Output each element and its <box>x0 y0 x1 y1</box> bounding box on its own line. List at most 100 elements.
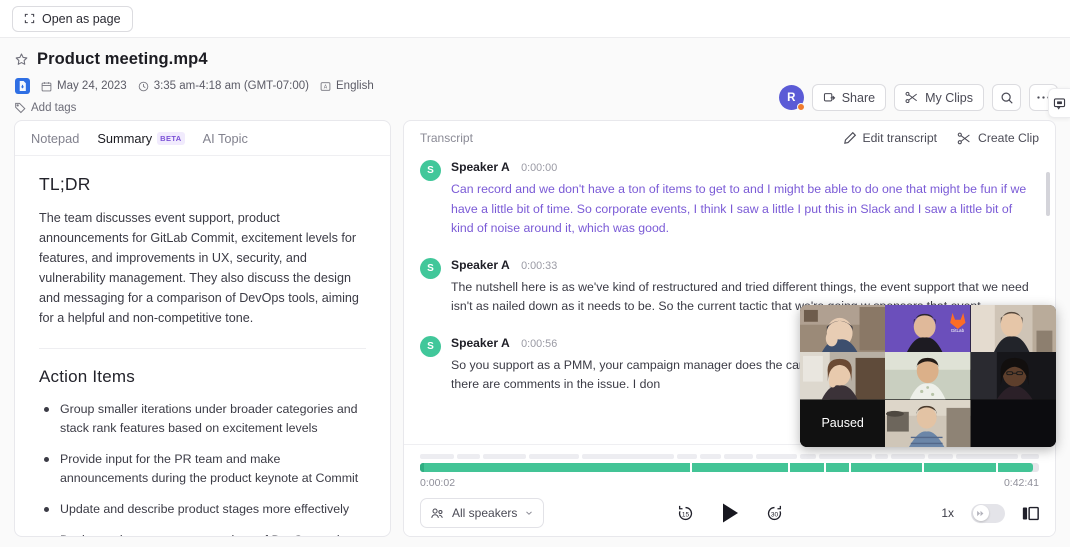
progress-bar[interactable] <box>420 463 1039 472</box>
summary-divider-1 <box>39 348 366 349</box>
transcript-header-actions: Edit transcript Create Clip <box>843 131 1039 145</box>
playback-speed-button[interactable]: 1x <box>941 506 954 520</box>
split-view-button[interactable] <box>1022 506 1039 521</box>
toggle-knob <box>972 505 989 521</box>
speaker-avatar: S <box>420 160 441 181</box>
create-clip-button[interactable]: Create Clip <box>957 131 1039 145</box>
video-tile-empty <box>970 399 1056 447</box>
playback-controls: All speakers 15 30 1x <box>420 496 1039 530</box>
svg-text:GitLab: GitLab <box>951 328 965 333</box>
scissors-icon <box>957 132 970 144</box>
left-tabs: Notepad Summary BETA AI Topic <box>15 121 390 156</box>
list-item: Update and describe product stages more … <box>39 500 366 519</box>
pencil-icon <box>843 131 856 144</box>
speaker-meta: Speaker A 0:00:33 <box>451 256 1033 274</box>
add-tags-label: Add tags <box>31 102 77 114</box>
speaker-timestamp[interactable]: 0:00:56 <box>521 338 557 350</box>
tag-icon <box>15 102 26 114</box>
right-controls: 1x <box>941 503 1039 523</box>
summary-panel: Notepad Summary BETA AI Topic TL;DR The … <box>14 120 391 537</box>
avatar-status-dot <box>796 103 805 111</box>
page-title: Product meeting.mp4 <box>37 50 208 68</box>
file-title-row: Product meeting.mp4 <box>14 50 1056 69</box>
rewind-15-button[interactable]: 15 <box>675 503 696 524</box>
expand-icon <box>24 13 35 24</box>
app-root: Open as page Product meeting.mp4 May 24,… <box>0 0 1070 547</box>
video-tile: GitLab <box>885 305 971 353</box>
speaker-timestamp[interactable]: 0:00:00 <box>521 162 557 174</box>
search-button[interactable] <box>992 84 1021 111</box>
meta-date-label: May 24, 2023 <box>57 80 127 92</box>
tab-notepad-label: Notepad <box>31 131 80 146</box>
playhead[interactable] <box>420 463 424 472</box>
total-time: 0:42:41 <box>1003 477 1039 489</box>
feedback-icon <box>1053 97 1066 110</box>
transcript-header: Transcript Edit transcript Create Clip <box>404 121 1055 154</box>
star-icon[interactable] <box>14 52 29 67</box>
participant-video-2-gitlab: GitLab <box>885 305 971 353</box>
top-toolbar: Open as page <box>0 0 1070 38</box>
action-items-heading: Action Items <box>39 367 135 386</box>
meta-language: A English <box>320 80 374 92</box>
autoscroll-toggle[interactable] <box>971 503 1005 523</box>
chevron-down-icon <box>526 511 533 515</box>
video-tile <box>800 305 886 353</box>
bottom-strip <box>0 539 1070 547</box>
file-type-icon <box>15 78 30 94</box>
tab-summary[interactable]: Summary BETA <box>97 131 185 146</box>
participant-video-7 <box>885 399 971 447</box>
beta-badge: BETA <box>157 132 185 145</box>
speaker-name: Speaker A <box>451 335 510 350</box>
speaker-name: Speaker A <box>451 160 510 174</box>
meta-time-label: 3:35 am-4:18 am (GMT-07:00) <box>153 80 309 92</box>
video-tile <box>885 352 971 400</box>
video-pip-overlay[interactable]: GitLab Paused <box>800 305 1056 447</box>
edit-transcript-button[interactable]: Edit transcript <box>843 131 937 145</box>
speaker-meta: Speaker A 0:00:00 <box>451 158 1033 176</box>
speaker-filter-dropdown[interactable]: All speakers <box>420 498 545 528</box>
clock-icon <box>138 81 148 91</box>
transcript-entry[interactable]: S Speaker A 0:00:00 Can record and we do… <box>420 158 1033 239</box>
list-item: Design and message a comparison of DevOp… <box>39 531 366 536</box>
avatar[interactable]: R <box>778 85 805 111</box>
list-item: Provide input for the PR team and make a… <box>39 450 366 488</box>
action-items-list: Group smaller iterations under broader c… <box>39 400 366 536</box>
summary-body: TL;DR The team discusses event support, … <box>15 156 390 536</box>
rewind-15-icon: 15 <box>678 505 692 520</box>
open-as-page-button[interactable]: Open as page <box>12 5 133 32</box>
speaker-name: Speaker A <box>451 257 510 272</box>
feedback-button[interactable] <box>1048 88 1070 118</box>
video-tile <box>885 399 971 447</box>
language-icon: A <box>320 81 331 91</box>
play-button[interactable] <box>720 502 740 524</box>
participant-video-3 <box>970 305 1056 353</box>
tab-notepad[interactable]: Notepad <box>31 131 79 146</box>
paused-label: Paused <box>821 416 864 431</box>
speaker-timestamp[interactable]: 0:00:33 <box>521 260 557 272</box>
share-button[interactable]: Share <box>811 84 887 111</box>
transport-controls: 15 30 <box>675 502 785 524</box>
transcript-scrollbar[interactable] <box>1046 172 1050 216</box>
speaker-filter-label: All speakers <box>452 506 518 520</box>
file-header: Product meeting.mp4 May 24, 2023 3:35 am… <box>0 38 1070 120</box>
people-icon <box>431 508 443 518</box>
meta-language-label: English <box>336 80 374 92</box>
participant-video-1 <box>800 305 886 353</box>
time-readout: 0:00:02 0:42:41 <box>420 477 1039 489</box>
video-tile <box>970 352 1056 400</box>
fast-forward-icon <box>977 510 984 516</box>
current-time: 0:00:02 <box>420 477 456 489</box>
scissors-icon <box>905 91 918 104</box>
tab-ai-topic-label: AI Topic <box>202 131 248 146</box>
my-clips-button[interactable]: My Clips <box>894 84 984 111</box>
open-as-page-label: Open as page <box>42 11 121 26</box>
list-item: Group smaller iterations under broader c… <box>39 400 366 438</box>
calendar-icon <box>41 81 52 91</box>
forward-30-button[interactable]: 30 <box>764 503 785 524</box>
share-label: Share <box>841 90 876 105</box>
transcript-title: Transcript <box>420 131 473 145</box>
svg-text:15: 15 <box>681 511 689 518</box>
tab-ai-topic[interactable]: AI Topic <box>203 131 248 146</box>
search-icon <box>1000 91 1013 104</box>
chapter-markers[interactable] <box>420 454 1040 459</box>
